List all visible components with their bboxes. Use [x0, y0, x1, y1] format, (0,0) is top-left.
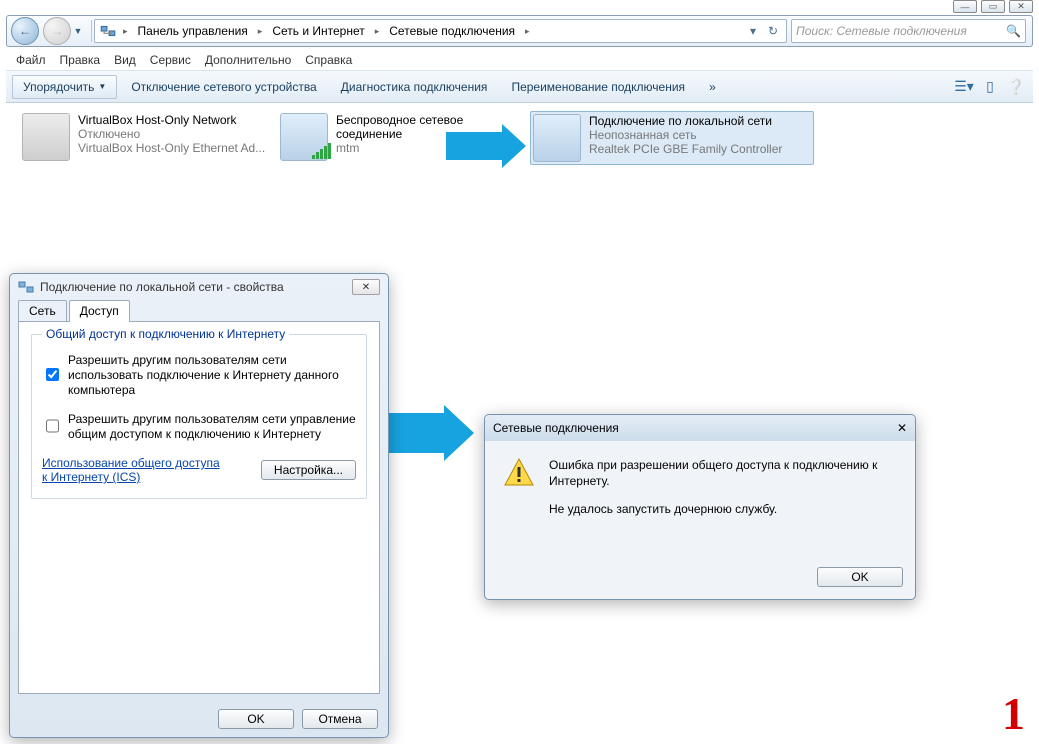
annotation-arrow-1 — [446, 132, 526, 160]
groupbox-legend: Общий доступ к подключению к Интернету — [42, 327, 289, 341]
tab-access[interactable]: Доступ — [69, 300, 130, 322]
chevron-right-icon[interactable]: ▸ — [254, 26, 267, 37]
conn-name: Подключение по локальной сети — [589, 114, 782, 128]
crumb-control-panel[interactable]: Панель управления — [134, 22, 252, 40]
organize-button[interactable]: Упорядочить ▼ — [12, 75, 117, 99]
annotation-number: 1 — [1002, 687, 1025, 740]
signal-icon — [312, 143, 331, 159]
error-title: Сетевые подключения — [493, 421, 619, 435]
menu-help[interactable]: Справка — [305, 53, 352, 67]
chevron-down-icon: ▼ — [98, 82, 106, 91]
connection-virtualbox[interactable]: VirtualBox Host-Only Network Отключено V… — [22, 113, 272, 161]
conn-status: Отключено — [78, 127, 265, 141]
window-titlebar: — ▭ ✕ — [0, 0, 1039, 15]
address-dropdown-icon[interactable]: ▾ — [744, 24, 762, 38]
network-icon — [99, 22, 117, 40]
view-options-icon[interactable]: ☰▾ — [953, 78, 975, 95]
refresh-icon[interactable]: ↻ — [764, 24, 782, 38]
error-body: Ошибка при разрешении общего доступа к п… — [485, 441, 915, 559]
adapter-icon — [22, 113, 70, 161]
tab-panel-access: Общий доступ к подключению к Интернету Р… — [18, 321, 380, 694]
search-placeholder: Поиск: Сетевые подключения — [796, 24, 967, 38]
crumb-network-connections[interactable]: Сетевые подключения — [385, 22, 519, 40]
error-dialog: Сетевые подключения ✕ Ошибка при разреше… — [484, 414, 916, 600]
dialog-close-button[interactable]: ✕ — [352, 279, 380, 295]
conn-name-cont: соединение — [336, 127, 463, 141]
forward-button[interactable]: → — [43, 17, 71, 45]
nav-history-dropdown[interactable]: ▼ — [71, 26, 85, 36]
conn-device: Realtek PCIe GBE Family Controller — [589, 142, 782, 156]
maximize-button[interactable]: ▭ — [981, 0, 1005, 13]
tab-network[interactable]: Сеть — [18, 300, 67, 322]
preview-pane-icon[interactable]: ▯ — [979, 78, 1001, 95]
ics-help-link[interactable]: Использование общего доступа к Интернету… — [42, 456, 222, 484]
disable-device-button[interactable]: Отключение сетевого устройства — [121, 76, 326, 98]
cancel-button[interactable]: Отмена — [302, 709, 378, 729]
search-icon[interactable]: 🔍 — [1006, 24, 1021, 38]
dialog-title: Подключение по локальной сети - свойства — [40, 280, 284, 294]
menu-file[interactable]: Файл — [16, 53, 46, 67]
ok-button[interactable]: OK — [218, 709, 294, 729]
rename-button[interactable]: Переименование подключения — [501, 76, 695, 98]
properties-dialog: Подключение по локальной сети - свойства… — [9, 273, 389, 738]
conn-name: Беспроводное сетевое — [336, 113, 463, 127]
allow-control-checkbox[interactable] — [46, 413, 59, 439]
error-message-2: Не удалось запустить дочернюю службу. — [549, 501, 897, 517]
menu-edit[interactable]: Правка — [60, 53, 101, 67]
minimize-button[interactable]: — — [953, 0, 977, 13]
network-small-icon — [18, 279, 34, 295]
address-bar[interactable]: ▸ Панель управления ▸ Сеть и Интернет ▸ … — [94, 19, 787, 43]
adapter-icon — [533, 114, 581, 162]
conn-device: VirtualBox Host-Only Ethernet Ad... — [78, 141, 265, 155]
menu-service[interactable]: Сервис — [150, 53, 191, 67]
menu-view[interactable]: Вид — [114, 53, 136, 67]
separator — [91, 20, 92, 42]
menu-bar: Файл Правка Вид Сервис Дополнительно Спр… — [6, 49, 1033, 71]
error-titlebar[interactable]: Сетевые подключения ✕ — [485, 415, 915, 441]
error-message-1: Ошибка при разрешении общего доступа к п… — [549, 457, 897, 489]
chevron-right-icon[interactable]: ▸ — [521, 26, 534, 37]
dialog-titlebar[interactable]: Подключение по локальной сети - свойства… — [10, 274, 388, 300]
allow-sharing-checkbox[interactable] — [46, 354, 59, 395]
crumb-network-internet[interactable]: Сеть и Интернет — [268, 22, 368, 40]
ics-groupbox: Общий доступ к подключению к Интернету Р… — [31, 334, 367, 499]
chevron-right-icon[interactable]: ▸ — [371, 26, 384, 37]
error-close-button[interactable]: ✕ — [897, 421, 907, 435]
conn-ssid: mtm — [336, 141, 463, 155]
allow-sharing-label: Разрешить другим пользователям сети испо… — [68, 353, 356, 398]
command-toolbar: Упорядочить ▼ Отключение сетевого устрой… — [6, 71, 1033, 103]
error-button-row: OK — [485, 559, 915, 599]
settings-button[interactable]: Настройка... — [261, 460, 356, 480]
warning-icon — [503, 457, 535, 489]
back-button[interactable]: ← — [11, 17, 39, 45]
diagnose-button[interactable]: Диагностика подключения — [331, 76, 498, 98]
tab-strip: Сеть Доступ — [10, 300, 388, 322]
conn-status: Неопознанная сеть — [589, 128, 782, 142]
nav-row: ← → ▼ ▸ Панель управления ▸ Сеть и Интер… — [6, 15, 1033, 47]
chevron-right-icon[interactable]: ▸ — [119, 26, 132, 37]
more-commands-button[interactable]: » — [699, 76, 726, 98]
close-button[interactable]: ✕ — [1009, 0, 1033, 13]
allow-control-label: Разрешить другим пользователям сети упра… — [68, 412, 356, 442]
connection-lan-selected[interactable]: Подключение по локальной сети Неопознанн… — [530, 111, 814, 165]
search-input[interactable]: Поиск: Сетевые подключения 🔍 — [791, 19, 1026, 43]
help-icon[interactable]: ❔ — [1005, 78, 1027, 96]
conn-name: VirtualBox Host-Only Network — [78, 113, 265, 127]
menu-extra[interactable]: Дополнительно — [205, 53, 291, 67]
error-ok-button[interactable]: OK — [817, 567, 903, 587]
dialog-button-row: OK Отмена — [10, 703, 388, 737]
